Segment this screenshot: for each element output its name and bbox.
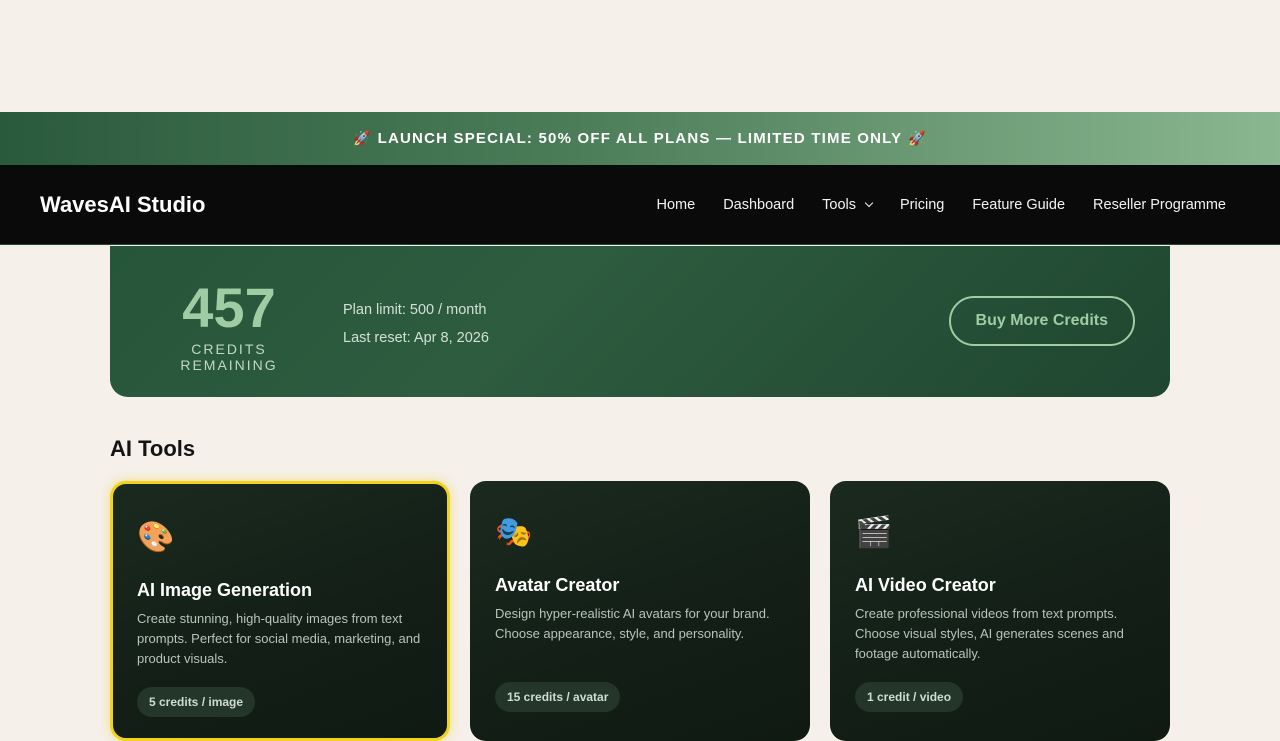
chevron-down-icon bbox=[864, 198, 874, 207]
plan-limit-text: Plan limit: 500 / month bbox=[343, 302, 487, 318]
nav-links: Home Dashboard Tools Pricing Feature Gui… bbox=[629, 197, 1226, 213]
ai-tools-heading: AI Tools bbox=[110, 436, 196, 461]
nav-link-feature-guide[interactable]: Feature Guide bbox=[972, 197, 1065, 213]
tool-card-image-generation[interactable]: 🎨 AI Image Generation Create stunning, h… bbox=[110, 481, 450, 741]
plan-info: Plan limit: 500 / month Last reset: Apr … bbox=[343, 296, 489, 352]
buy-more-credits-button[interactable]: Buy More Credits bbox=[948, 296, 1135, 346]
tool-card-video-creator[interactable]: 🎬 AI Video Creator Create professional v… bbox=[830, 481, 1170, 741]
tool-card-title: AI Video Creator bbox=[855, 575, 996, 595]
nav-link-pricing[interactable]: Pricing bbox=[900, 197, 944, 213]
credit-cost-badge: 5 credits / image bbox=[137, 687, 256, 717]
palette-icon: 🎨 bbox=[137, 521, 175, 554]
nav-link-tools-dropdown[interactable]: Tools bbox=[822, 196, 874, 213]
credit-cost-badge: 15 credits / avatar bbox=[495, 682, 621, 712]
tool-card-avatar-creator[interactable]: 🎭 Avatar Creator Design hyper-realistic … bbox=[470, 481, 810, 741]
credit-cost-badge: 1 credit / video bbox=[855, 682, 964, 712]
tool-card-title: AI Image Generation bbox=[137, 580, 313, 600]
promo-text: LAUNCH SPECIAL: 50% OFF ALL PLANS — LIMI… bbox=[377, 130, 903, 147]
credits-remaining-caption: CREDITS REMAINING bbox=[180, 341, 278, 373]
promo-banner[interactable]: 🚀 LAUNCH SPECIAL: 50% OFF ALL PLANS — LI… bbox=[0, 112, 1280, 165]
last-reset-text: Last reset: Apr 8, 2026 bbox=[343, 330, 489, 346]
brand-logo[interactable]: WavesAI Studio bbox=[40, 192, 205, 218]
tool-card-description: Design hyper-realistic AI avatars for yo… bbox=[495, 606, 770, 641]
credits-summary-card: 457 CREDITS REMAINING Plan limit: 500 / … bbox=[110, 246, 1170, 397]
nav-link-dashboard[interactable]: Dashboard bbox=[723, 197, 794, 213]
rocket-icon: 🚀 bbox=[352, 130, 372, 146]
clapperboard-icon: 🎬 bbox=[855, 516, 893, 549]
theater-masks-icon: 🎭 bbox=[495, 516, 533, 549]
nav-link-reseller[interactable]: Reseller Programme bbox=[1093, 197, 1226, 213]
nav-link-tools-label: Tools bbox=[822, 196, 856, 213]
nav-link-home[interactable]: Home bbox=[657, 197, 696, 213]
main-navbar: WavesAI Studio Home Dashboard Tools Pric… bbox=[0, 165, 1280, 245]
credits-remaining-count: 457 bbox=[182, 276, 276, 339]
tool-card-description: Create stunning, high-quality images fro… bbox=[137, 611, 421, 666]
tool-card-description: Create professional videos from text pro… bbox=[855, 606, 1124, 661]
rocket-icon: 🚀 bbox=[908, 130, 927, 146]
tool-card-title: Avatar Creator bbox=[495, 575, 620, 595]
top-spacer bbox=[0, 0, 1280, 112]
